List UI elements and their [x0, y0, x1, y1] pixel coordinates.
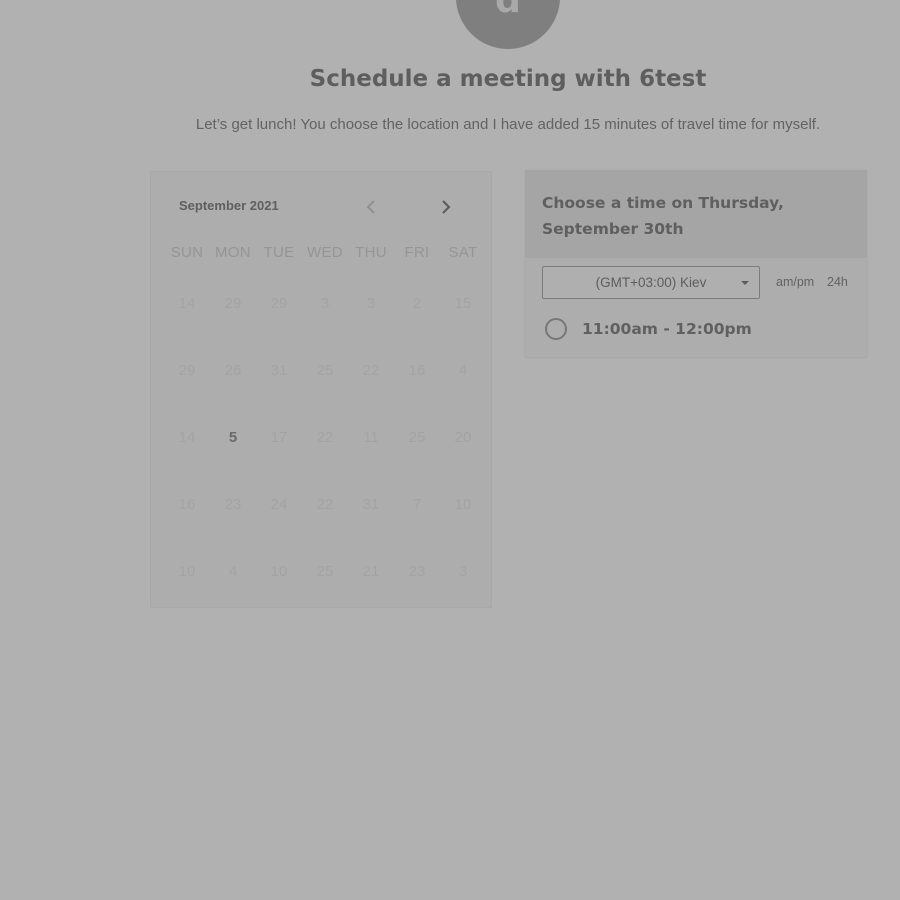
radio-icon[interactable]: [545, 318, 567, 340]
calendar-day: 10: [454, 496, 472, 513]
calendar-day: 3: [320, 295, 330, 312]
weekday-label: FRI: [404, 244, 430, 261]
calendar-day: 22: [362, 362, 380, 379]
calendar-day: 4: [228, 563, 238, 580]
calendar-day: 29: [178, 362, 196, 379]
calendar-day: 17: [270, 429, 288, 446]
time-slot-label: 11:00am - 12:00pm: [582, 320, 752, 338]
calendar-day: 24: [270, 496, 288, 513]
calendar-day: 15: [454, 295, 472, 312]
previous-month-button[interactable]: [360, 196, 382, 218]
calendar-day: 22: [316, 429, 334, 446]
calendar-day: 29: [270, 295, 288, 312]
calendar-day: 20: [454, 429, 472, 446]
format-ampm-toggle[interactable]: am/pm: [776, 275, 814, 289]
calendar-day: 25: [408, 429, 426, 446]
calendar-day: 14: [178, 429, 196, 446]
calendar-day: 31: [362, 496, 380, 513]
weekday-header: SUN MON TUE WED THU FRI SAT: [164, 244, 486, 261]
calendar-day: 23: [408, 563, 426, 580]
calendar-day: 10: [270, 563, 288, 580]
page-description: Let’s get lunch! You choose the location…: [195, 116, 821, 133]
avatar-initial: d: [495, 0, 521, 21]
calendar-day: 16: [178, 496, 196, 513]
calendar-day: 31: [270, 362, 288, 379]
chevron-left-icon: [366, 200, 375, 214]
calendar-day: 11: [363, 429, 379, 446]
calendar-day: 16: [408, 362, 426, 379]
weekday-label: TUE: [263, 244, 295, 261]
avatar: d: [456, 0, 560, 49]
calendar-day: 25: [316, 563, 334, 580]
calendar-day: 2: [412, 295, 422, 312]
calendar-day-available[interactable]: 5: [210, 416, 256, 483]
calendar-day: 21: [362, 563, 380, 580]
time-panel-heading: Choose a time on Thursday, September 30t…: [525, 170, 867, 258]
calendar-day: 4: [458, 362, 468, 379]
calendar-day: 25: [316, 362, 334, 379]
calendar-day: 26: [224, 362, 242, 379]
calendar-day: 22: [316, 496, 334, 513]
weekday-label: SUN: [170, 244, 204, 261]
calendar-day: 10: [178, 563, 196, 580]
timezone-value: (GMT+03:00) Kiev: [595, 275, 707, 290]
weekday-label: MON: [215, 244, 251, 261]
calendar-day: 14: [178, 295, 196, 312]
calendar-day: 3: [366, 295, 376, 312]
calendar-day: 7: [412, 496, 422, 513]
calendar-day: 3: [458, 563, 468, 580]
format-24h-toggle[interactable]: 24h: [827, 275, 848, 289]
caret-down-icon: [741, 281, 749, 285]
calendar-day-grid: 14 29 29 3 3 2 15 29 26 31 25 22 16 4 14 5 17 22 11 25 20 16 2…: [164, 282, 486, 617]
calendar-month-label: September 2021: [179, 198, 279, 213]
time-slot-option[interactable]: 11:00am - 12:00pm: [545, 318, 752, 340]
calendar-day: 29: [224, 295, 242, 312]
calendar-day: 23: [224, 496, 242, 513]
time-selection-panel: Choose a time on Thursday, September 30t…: [525, 170, 867, 357]
next-month-button[interactable]: [435, 196, 457, 218]
calendar-panel: September 2021 SUN MON TUE WED THU FRI S…: [150, 171, 492, 608]
page-title: Schedule a meeting with 6test: [309, 66, 707, 92]
weekday-label: WED: [307, 244, 343, 261]
chevron-right-icon: [442, 200, 451, 214]
timezone-select[interactable]: (GMT+03:00) Kiev: [542, 266, 760, 299]
weekday-label: THU: [355, 244, 387, 261]
weekday-label: SAT: [448, 244, 478, 261]
